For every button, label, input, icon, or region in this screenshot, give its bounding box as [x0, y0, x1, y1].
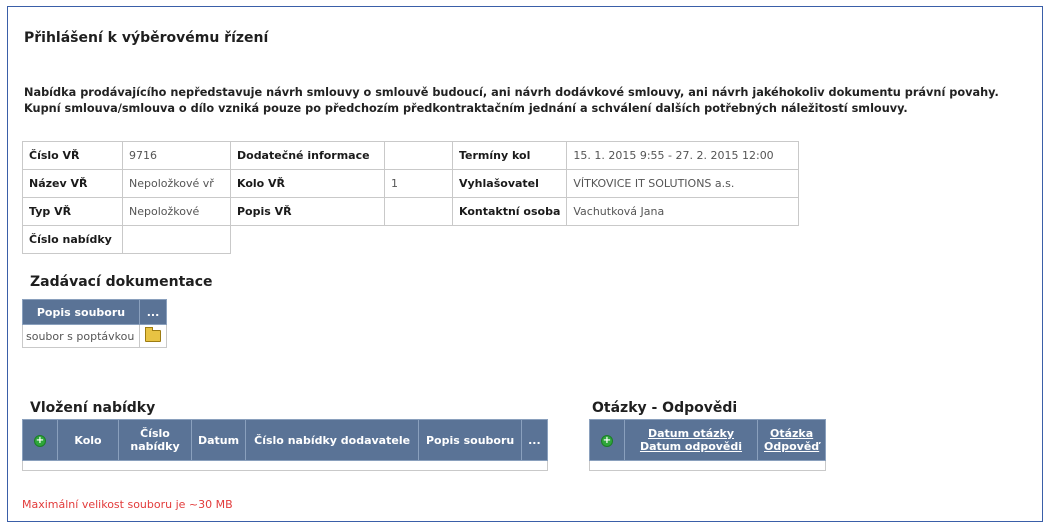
qa-header-row: + Datum otázky Datum odpovědi Otázka Odp… — [589, 419, 827, 461]
dodatecne-informace-label: Dodatečné informace — [230, 141, 385, 170]
add-icon[interactable]: + — [601, 435, 613, 447]
vlozeni-nabidky-title: Vložení nabídky — [30, 400, 156, 416]
cislo-vr-label: Číslo VŘ — [22, 141, 123, 170]
odpoved-link[interactable]: Odpověď — [764, 440, 819, 453]
table-row: soubor s poptávkou — [22, 324, 167, 348]
offers-add-cell: + — [22, 419, 58, 461]
offers-table: + Kolo Číslo nabídky Datum Číslo nabídky… — [22, 419, 548, 471]
datum-header[interactable]: Datum — [190, 419, 247, 461]
qa-table: + Datum otázky Datum odpovědi Otázka Odp… — [588, 419, 827, 471]
typ-vr-label: Typ VŘ — [22, 197, 123, 226]
open-folder-icon[interactable] — [145, 326, 161, 342]
otazka-link[interactable]: Otázka — [770, 427, 813, 440]
docs-more-header[interactable]: ... — [139, 299, 167, 325]
nazev-vr-value: Nepoložkové vř — [122, 169, 231, 198]
popis-souboru-header[interactable]: Popis souboru — [22, 299, 140, 325]
offers-empty-cell — [22, 460, 548, 471]
page-title: Přihlášení k výběrovému řízení — [24, 30, 269, 46]
kolo-vr-label: Kolo VŘ — [230, 169, 385, 198]
datum-otazky-link[interactable]: Datum otázky — [648, 427, 734, 440]
docs-file-description: soubor s poptávkou — [22, 324, 140, 348]
cislo-vr-value: 9716 — [122, 141, 231, 170]
cislo-nabidky-header[interactable]: Číslo nabídky — [118, 419, 192, 461]
max-file-size-note: Maximální velikost souboru je ~30 MB — [22, 498, 233, 511]
notice-line-2: Kupní smlouva/smlouva o dílo vzniká pouz… — [24, 102, 908, 115]
vyhlasovatel-value: VÍTKOVICE IT SOLUTIONS a.s. — [566, 169, 800, 198]
info-row: Číslo nabídky — [22, 225, 799, 254]
popis-vr-value — [384, 197, 453, 226]
offers-empty-row — [22, 460, 548, 471]
info-row: Typ VŘ Nepoložkové Popis VŘ Kontaktní os… — [22, 197, 800, 226]
notice-line-1: Nabídka prodávajícího nepředstavuje návr… — [24, 86, 999, 99]
kolo-header[interactable]: Kolo — [57, 419, 119, 461]
docs-open-cell — [139, 324, 167, 348]
offers-header-row: + Kolo Číslo nabídky Datum Číslo nabídky… — [22, 419, 548, 461]
datum-otazky-odpovedi-header: Datum otázky Datum odpovědi — [624, 419, 758, 461]
dodatecne-informace-value — [384, 141, 453, 170]
info-row: Číslo VŘ 9716 Dodatečné informace Termín… — [22, 141, 800, 170]
terminy-kol-value: 15. 1. 2015 9:55 - 27. 2. 2015 12:00 — [566, 141, 800, 170]
qa-add-cell: + — [589, 419, 625, 461]
docs-header-row: Popis souboru ... — [22, 299, 167, 325]
otazky-odpovedi-title: Otázky - Odpovědi — [592, 400, 738, 416]
terminy-kol-label: Termíny kol — [451, 141, 568, 170]
typ-vr-value: Nepoložkové — [122, 197, 231, 226]
info-row-filler — [231, 226, 799, 254]
kontaktni-osoba-value: Vachutková Jana — [566, 197, 800, 226]
tender-info-table: Číslo VŘ 9716 Dodatečné informace Termín… — [22, 141, 800, 254]
kolo-vr-value: 1 — [384, 169, 453, 198]
otazka-odpoved-header: Otázka Odpověď — [756, 419, 827, 461]
vyhlasovatel-label: Vyhlašovatel — [451, 169, 568, 198]
cislo-nabidky-dodavatele-header[interactable]: Číslo nabídky dodavatele — [245, 419, 420, 461]
docs-table: Popis souboru ... soubor s poptávkou — [22, 299, 167, 348]
zadavaci-dokumentace-title: Zadávací dokumentace — [30, 274, 213, 290]
cislo-nabidky-label: Číslo nabídky — [22, 225, 123, 254]
kontaktni-osoba-label: Kontaktní osoba — [451, 197, 568, 226]
info-row: Název VŘ Nepoložkové vř Kolo VŘ 1 Vyhlaš… — [22, 169, 800, 198]
legal-notice: Nabídka prodávajícího nepředstavuje návr… — [24, 85, 1044, 117]
popis-vr-label: Popis VŘ — [230, 197, 385, 226]
offers-more-header[interactable]: ... — [521, 419, 548, 461]
qa-empty-cell — [588, 460, 827, 471]
popis-souboru-header[interactable]: Popis souboru — [418, 419, 523, 461]
add-icon[interactable]: + — [34, 435, 46, 447]
cislo-nabidky-value — [122, 225, 231, 254]
datum-odpovedi-link[interactable]: Datum odpovědi — [640, 440, 742, 453]
nazev-vr-label: Název VŘ — [22, 169, 123, 198]
qa-empty-row — [588, 460, 827, 471]
